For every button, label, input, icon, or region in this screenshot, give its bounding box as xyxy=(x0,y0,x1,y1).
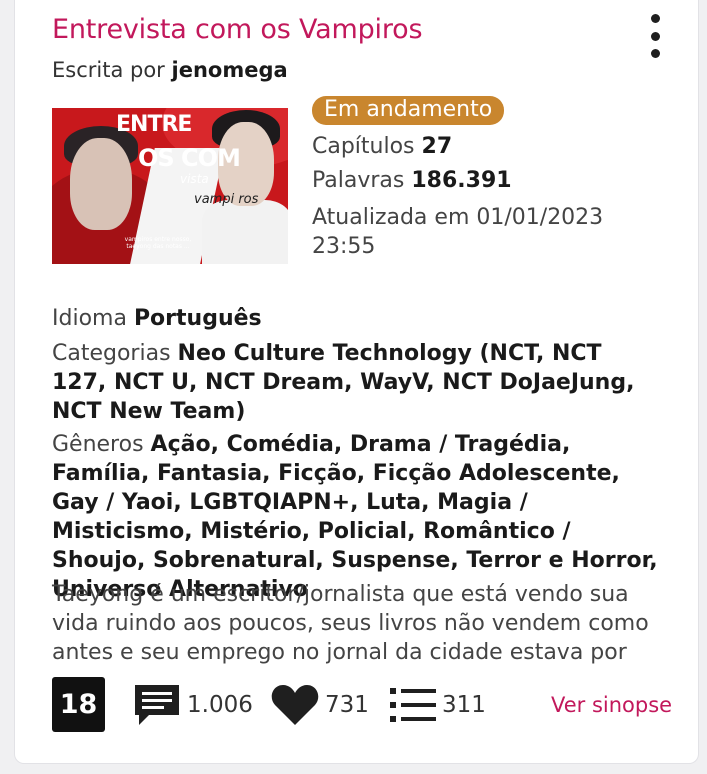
updated-label: Atualizada em xyxy=(312,205,470,230)
author-link[interactable]: jenomega xyxy=(172,58,288,82)
favorites-count: 731 xyxy=(325,692,369,718)
comments-stat[interactable]: 1.006 xyxy=(133,683,253,727)
genres-label: Gêneros xyxy=(52,432,144,457)
cover-text: ENTRE xyxy=(116,112,192,137)
story-card: Entrevista com os Vampiros Escrita por j… xyxy=(14,0,699,764)
comments-count: 1.006 xyxy=(187,692,253,718)
language-label: Idioma xyxy=(52,306,127,331)
cover-figure-face xyxy=(70,138,132,230)
list-icon xyxy=(390,688,436,722)
words-value: 186.391 xyxy=(411,168,512,193)
updated-row: Atualizada em 01/01/2023 23:55 xyxy=(312,203,632,261)
chapters-row: Capítulos 27 xyxy=(312,134,452,159)
chapters-label: Capítulos xyxy=(312,134,415,159)
genres-row: Gêneros Ação, Comédia, Drama / Tragédia,… xyxy=(52,430,662,604)
menu-dot xyxy=(650,14,660,23)
synopsis-preview: Taeyong é um escritor/jornalista que est… xyxy=(52,582,649,665)
cover-text: vista xyxy=(180,172,209,186)
view-synopsis-link[interactable]: Ver sinopse xyxy=(551,693,672,717)
favorites-stat[interactable]: 731 xyxy=(271,683,369,727)
heart-icon xyxy=(271,685,319,725)
genres-value[interactable]: Ação, Comédia, Drama / Tragédia, Família… xyxy=(52,432,658,602)
categories-row: Categorias Neo Culture Technology (NCT, … xyxy=(52,339,652,426)
status-badge: Em andamento xyxy=(312,96,505,125)
story-cover-image[interactable]: ENTRE OS COM vista vampi ros vampiros en… xyxy=(52,108,288,264)
menu-dot xyxy=(650,49,660,58)
words-label: Palavras xyxy=(312,168,405,193)
age-rating-badge: 18 xyxy=(52,677,105,732)
categories-label: Categorias xyxy=(52,341,171,366)
cover-figure-body xyxy=(202,200,288,264)
cover-text: OS COM xyxy=(138,144,241,172)
lists-stat[interactable]: 311 xyxy=(390,683,486,727)
cover-small-text: vampiros entre nosso, taeyong das notas … xyxy=(124,236,192,250)
chapters-value: 27 xyxy=(421,134,453,159)
author-line: Escrita por jenomega xyxy=(52,58,288,82)
cover-text: vampi ros xyxy=(194,192,259,207)
language-value[interactable]: Português xyxy=(134,306,262,331)
story-title[interactable]: Entrevista com os Vampiros xyxy=(52,14,423,45)
lists-count: 311 xyxy=(442,692,486,718)
words-row: Palavras 186.391 xyxy=(312,168,512,193)
comment-icon xyxy=(135,685,179,725)
story-footer: 18 1.006 731 311 Ver sinopse xyxy=(15,677,700,737)
author-prefix: Escrita por xyxy=(52,58,165,82)
more-options-icon[interactable] xyxy=(643,14,667,58)
language-row: Idioma Português xyxy=(52,304,652,333)
menu-dot xyxy=(650,31,660,41)
